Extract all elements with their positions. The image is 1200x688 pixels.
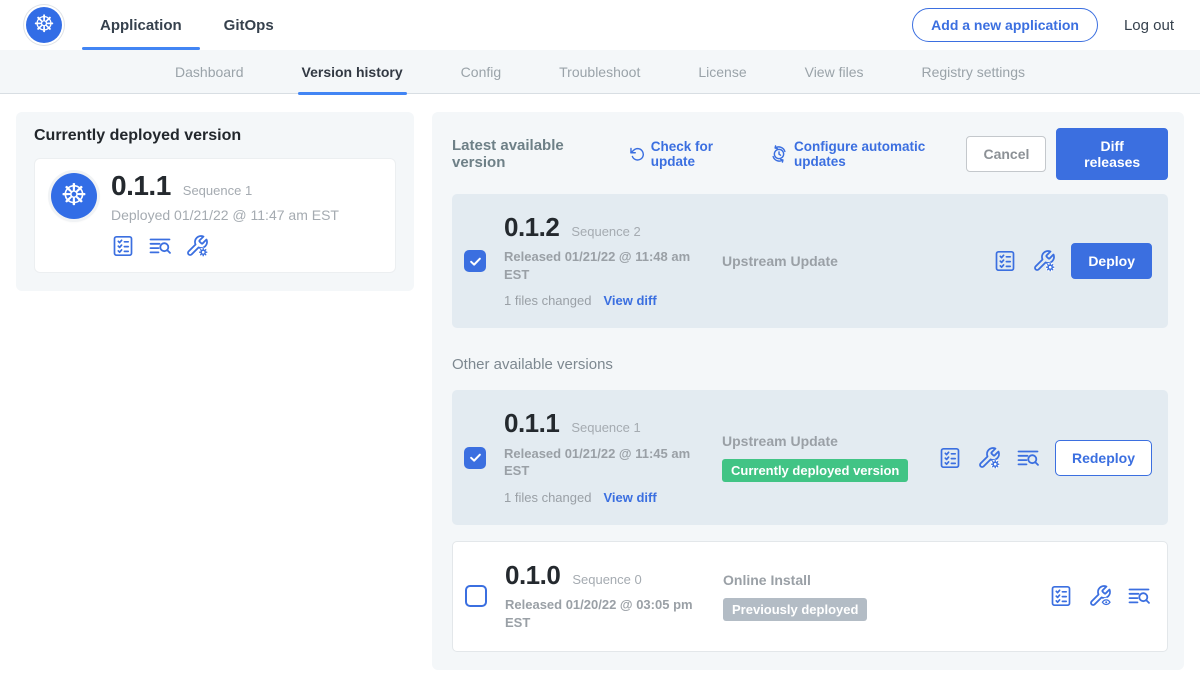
config-edit-icon[interactable] (1032, 249, 1056, 273)
current-deployed-timestamp: Deployed 01/21/22 @ 11:47 am EST (111, 207, 339, 223)
config-edit-icon[interactable] (185, 234, 209, 258)
redeploy-button[interactable]: Redeploy (1055, 440, 1152, 476)
cancel-button[interactable]: Cancel (966, 136, 1046, 172)
deploy-button[interactable]: Deploy (1071, 243, 1152, 279)
configure-automatic-updates-link[interactable]: Configure automatic updates (770, 139, 966, 169)
top-nav: ☸ Application GitOps Add a new applicati… (0, 0, 1200, 50)
previously-deployed-badge: Previously deployed (723, 598, 867, 621)
subnav-item-view-files[interactable]: View files (805, 50, 864, 94)
version-row-0-1-1: 0.1.1 Sequence 1 Released 01/21/22 @ 11:… (452, 390, 1168, 524)
main-content: Currently deployed version ☸ 0.1.1 Seque… (0, 94, 1200, 688)
version-number: 0.1.2 (504, 214, 559, 241)
version-row-0-1-0: 0.1.0 Sequence 0 Released 01/20/22 @ 03:… (452, 541, 1168, 652)
current-version-number: 0.1.1 (111, 171, 171, 202)
file-diff-icon[interactable] (1127, 584, 1151, 608)
auto-update-clock-icon (770, 145, 788, 163)
add-application-button[interactable]: Add a new application (912, 8, 1098, 42)
subnav-item-dashboard[interactable]: Dashboard (175, 50, 244, 94)
version-number: 0.1.1 (504, 410, 559, 437)
version-history-panel: Latest available version Check for updat… (432, 112, 1184, 670)
version-source-label: Upstream Update (722, 433, 938, 449)
version-checkbox[interactable] (464, 250, 486, 272)
app-logo[interactable]: ☸ (26, 7, 62, 43)
currently-deployed-badge: Currently deployed version (722, 459, 908, 482)
subnav-item-license[interactable]: License (698, 50, 746, 94)
currently-deployed-panel: Currently deployed version ☸ 0.1.1 Seque… (16, 112, 414, 291)
version-checkbox[interactable] (464, 447, 486, 469)
released-timestamp: Released 01/21/22 @ 11:48 am EST (504, 248, 716, 283)
kubernetes-helm-icon: ☸ (61, 181, 88, 211)
release-notes-icon[interactable] (111, 234, 135, 258)
check-for-update-link[interactable]: Check for update (628, 139, 752, 169)
current-version-sequence: Sequence 1 (183, 183, 252, 198)
subnav-item-config[interactable]: Config (461, 50, 501, 94)
files-changed-label: 1 files changed (504, 490, 591, 505)
tab-gitops[interactable]: GitOps (220, 0, 278, 50)
kubernetes-helm-icon: ☸ (33, 13, 55, 37)
released-timestamp: Released 01/21/22 @ 11:45 am EST (504, 445, 716, 480)
files-changed-label: 1 files changed (504, 293, 591, 308)
version-number: 0.1.0 (505, 562, 560, 589)
config-view-icon[interactable] (1088, 584, 1112, 608)
version-row-0-1-2: 0.1.2 Sequence 2 Released 01/21/22 @ 11:… (452, 194, 1168, 328)
config-edit-icon[interactable] (977, 446, 1001, 470)
release-notes-icon[interactable] (938, 446, 962, 470)
latest-available-title: Latest available version (452, 137, 610, 171)
view-diff-link[interactable]: View diff (603, 293, 656, 308)
diff-releases-button[interactable]: Diff releases (1056, 128, 1168, 180)
view-diff-link[interactable]: View diff (603, 490, 656, 505)
currently-deployed-card: ☸ 0.1.1 Sequence 1 Deployed 01/21/22 @ 1… (34, 158, 396, 273)
other-available-versions-title: Other available versions (452, 356, 1168, 373)
topnav-tabs: Application GitOps (96, 0, 312, 50)
currently-deployed-title: Currently deployed version (34, 127, 396, 145)
latest-available-header: Latest available version Check for updat… (452, 128, 1168, 180)
app-subnav: Dashboard Version history Config Trouble… (0, 50, 1200, 94)
logout-link[interactable]: Log out (1124, 17, 1174, 34)
released-timestamp: Released 01/20/22 @ 03:05 pm EST (505, 596, 717, 631)
file-diff-icon[interactable] (1016, 446, 1040, 470)
subnav-item-version-history[interactable]: Version history (302, 50, 403, 94)
subnav-item-troubleshoot[interactable]: Troubleshoot (559, 50, 640, 94)
version-checkbox[interactable] (465, 585, 487, 607)
subnav-item-registry-settings[interactable]: Registry settings (922, 50, 1025, 94)
file-diff-icon[interactable] (148, 234, 172, 258)
topnav-right: Add a new application Log out (912, 8, 1174, 42)
release-notes-icon[interactable] (993, 249, 1017, 273)
app-icon: ☸ (51, 173, 97, 219)
version-sequence: Sequence 0 (572, 572, 641, 587)
tab-application[interactable]: Application (96, 0, 186, 50)
release-notes-icon[interactable] (1049, 584, 1073, 608)
version-sequence: Sequence 1 (571, 420, 640, 435)
version-source-label: Upstream Update (722, 253, 993, 269)
refresh-icon (628, 146, 645, 163)
version-source-label: Online Install (723, 572, 1049, 588)
version-sequence: Sequence 2 (571, 224, 640, 239)
